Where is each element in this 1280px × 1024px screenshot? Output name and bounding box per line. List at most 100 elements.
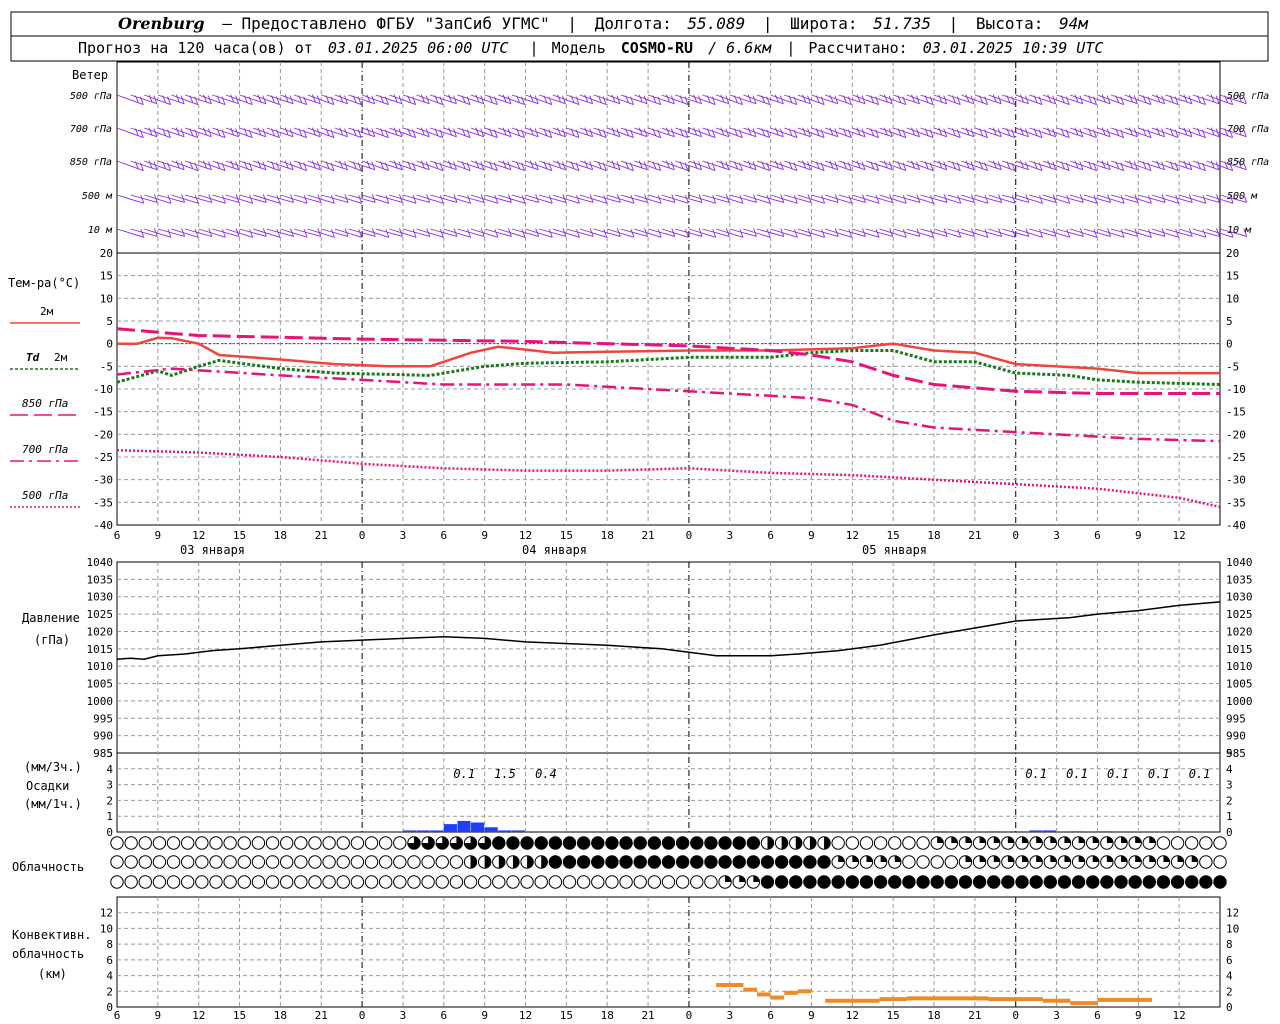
temp-line (116, 349, 1221, 386)
wind-barb (1124, 127, 1152, 139)
hour-label-bottom: 3 (726, 1009, 733, 1022)
cloud-fill (1050, 836, 1057, 843)
wind-barb-flag (883, 160, 888, 168)
cloud-symbol (619, 836, 633, 850)
cloud-symbol (265, 875, 280, 889)
wind-barb (1138, 228, 1166, 237)
cloud-symbol (336, 875, 350, 889)
wind-barb-flag (1210, 127, 1215, 135)
wind-barb (1029, 127, 1056, 138)
wind-barb-flag (230, 94, 235, 102)
wind-barb-flag (366, 127, 371, 135)
wind-barb (702, 194, 730, 203)
cloud-symbol (1128, 875, 1142, 889)
wind-barb (811, 228, 839, 237)
wind-barb-flag (829, 94, 834, 102)
cloud-symbol (1029, 875, 1043, 889)
wind-barb (688, 94, 716, 106)
temp-tick-left: -40 (93, 519, 113, 532)
wind-barb (893, 228, 921, 237)
hour-label-top: 3 (400, 529, 407, 542)
wind-barb (729, 127, 757, 138)
wind-barb (906, 160, 934, 172)
cloud-symbol (364, 855, 379, 869)
wind-barb (430, 94, 457, 105)
cloud-symbol (888, 836, 902, 850)
hour-label-bottom: 3 (1053, 1009, 1060, 1022)
temp-tick-right: -35 (1226, 496, 1246, 509)
hour-label-bottom: 15 (887, 1009, 900, 1022)
cloud-symbol (1015, 875, 1029, 889)
cloud-symbol (378, 875, 393, 889)
wind-barb (1192, 194, 1220, 203)
precip-bars: 0.1 1.5 0.4 0.1 0.1 0.1 0.1 0.1 (402, 767, 1210, 832)
cloud-symbol (251, 875, 266, 889)
wind-level-left: 700 гПа (70, 124, 112, 135)
wind-barb (607, 94, 634, 106)
wind-barb (1083, 94, 1111, 105)
wind-barb (988, 94, 1015, 106)
wind-barb-flag (448, 94, 452, 102)
cloud-symbol (930, 855, 944, 869)
cloud-symbol (1185, 836, 1199, 850)
wind-barb (688, 127, 716, 139)
wind-barb-flag (965, 94, 970, 102)
cloud-symbol (209, 875, 223, 889)
wind-barb (157, 127, 185, 138)
cloud-symbol (916, 875, 930, 889)
wind-barb (484, 127, 512, 138)
cloud-symbol (195, 836, 209, 850)
cloud-symbol (845, 836, 860, 850)
cloud-symbol (746, 855, 761, 869)
wind-barb (974, 228, 1002, 237)
wind-barb (729, 160, 757, 171)
wind-barb (1124, 94, 1152, 106)
wind-barb (620, 160, 648, 171)
cloud-symbol (492, 836, 506, 850)
temp-tick-left: 20 (100, 247, 113, 260)
cloud-symbol (223, 836, 237, 850)
cloud-fill (767, 836, 774, 850)
hour-label-top: 3 (1053, 529, 1060, 542)
cloud-symbol (110, 875, 124, 889)
wind-barb (402, 94, 430, 105)
hour-label-top: 9 (481, 529, 488, 542)
wind-barb (865, 160, 893, 171)
prec-tick-right: 2 (1226, 794, 1233, 807)
cloud-symbol (435, 855, 449, 869)
hour-label-top: 18 (927, 529, 940, 542)
precip-amount: 0.1 (1148, 767, 1170, 781)
wind-barb (933, 127, 961, 139)
wind-barb-flag (202, 127, 207, 135)
wind-barb-flag (856, 127, 861, 135)
pres-tick-left: 1015 (87, 643, 114, 656)
wind-barb (321, 160, 348, 171)
wind-barb (879, 127, 907, 139)
wind-barb-flag (175, 127, 180, 135)
pres-tick-right: 1005 (1226, 678, 1253, 691)
cloud-symbol (817, 875, 831, 889)
cloud-symbol (704, 836, 718, 850)
wind-barb-flag (284, 94, 289, 102)
cloud-symbol (124, 855, 138, 869)
wind-barb-flag (1101, 160, 1106, 168)
cloud-symbol (873, 875, 888, 889)
wind-barb-flag (148, 127, 153, 135)
wind-barb-flag (1101, 94, 1106, 102)
cloud-symbol (279, 836, 294, 850)
wind-barb-flag (992, 160, 997, 168)
temp-tick-left: -15 (93, 406, 113, 419)
legend-label: 500 гПа (22, 489, 68, 502)
precip-amount: 0.1 (1066, 767, 1088, 781)
wind-barb-flag (557, 94, 561, 102)
cloud-symbol (279, 875, 294, 889)
wind-barb (974, 160, 1002, 171)
cloud-symbol (506, 875, 520, 889)
wind-barb-flag (665, 160, 670, 168)
wind-barb-flag (911, 127, 915, 135)
wind-barb (334, 160, 362, 172)
wind-barb (1192, 127, 1220, 138)
cloud-symbol (987, 875, 1001, 889)
wind-level-left: 500 м (82, 191, 113, 202)
wind-barb (538, 160, 566, 171)
